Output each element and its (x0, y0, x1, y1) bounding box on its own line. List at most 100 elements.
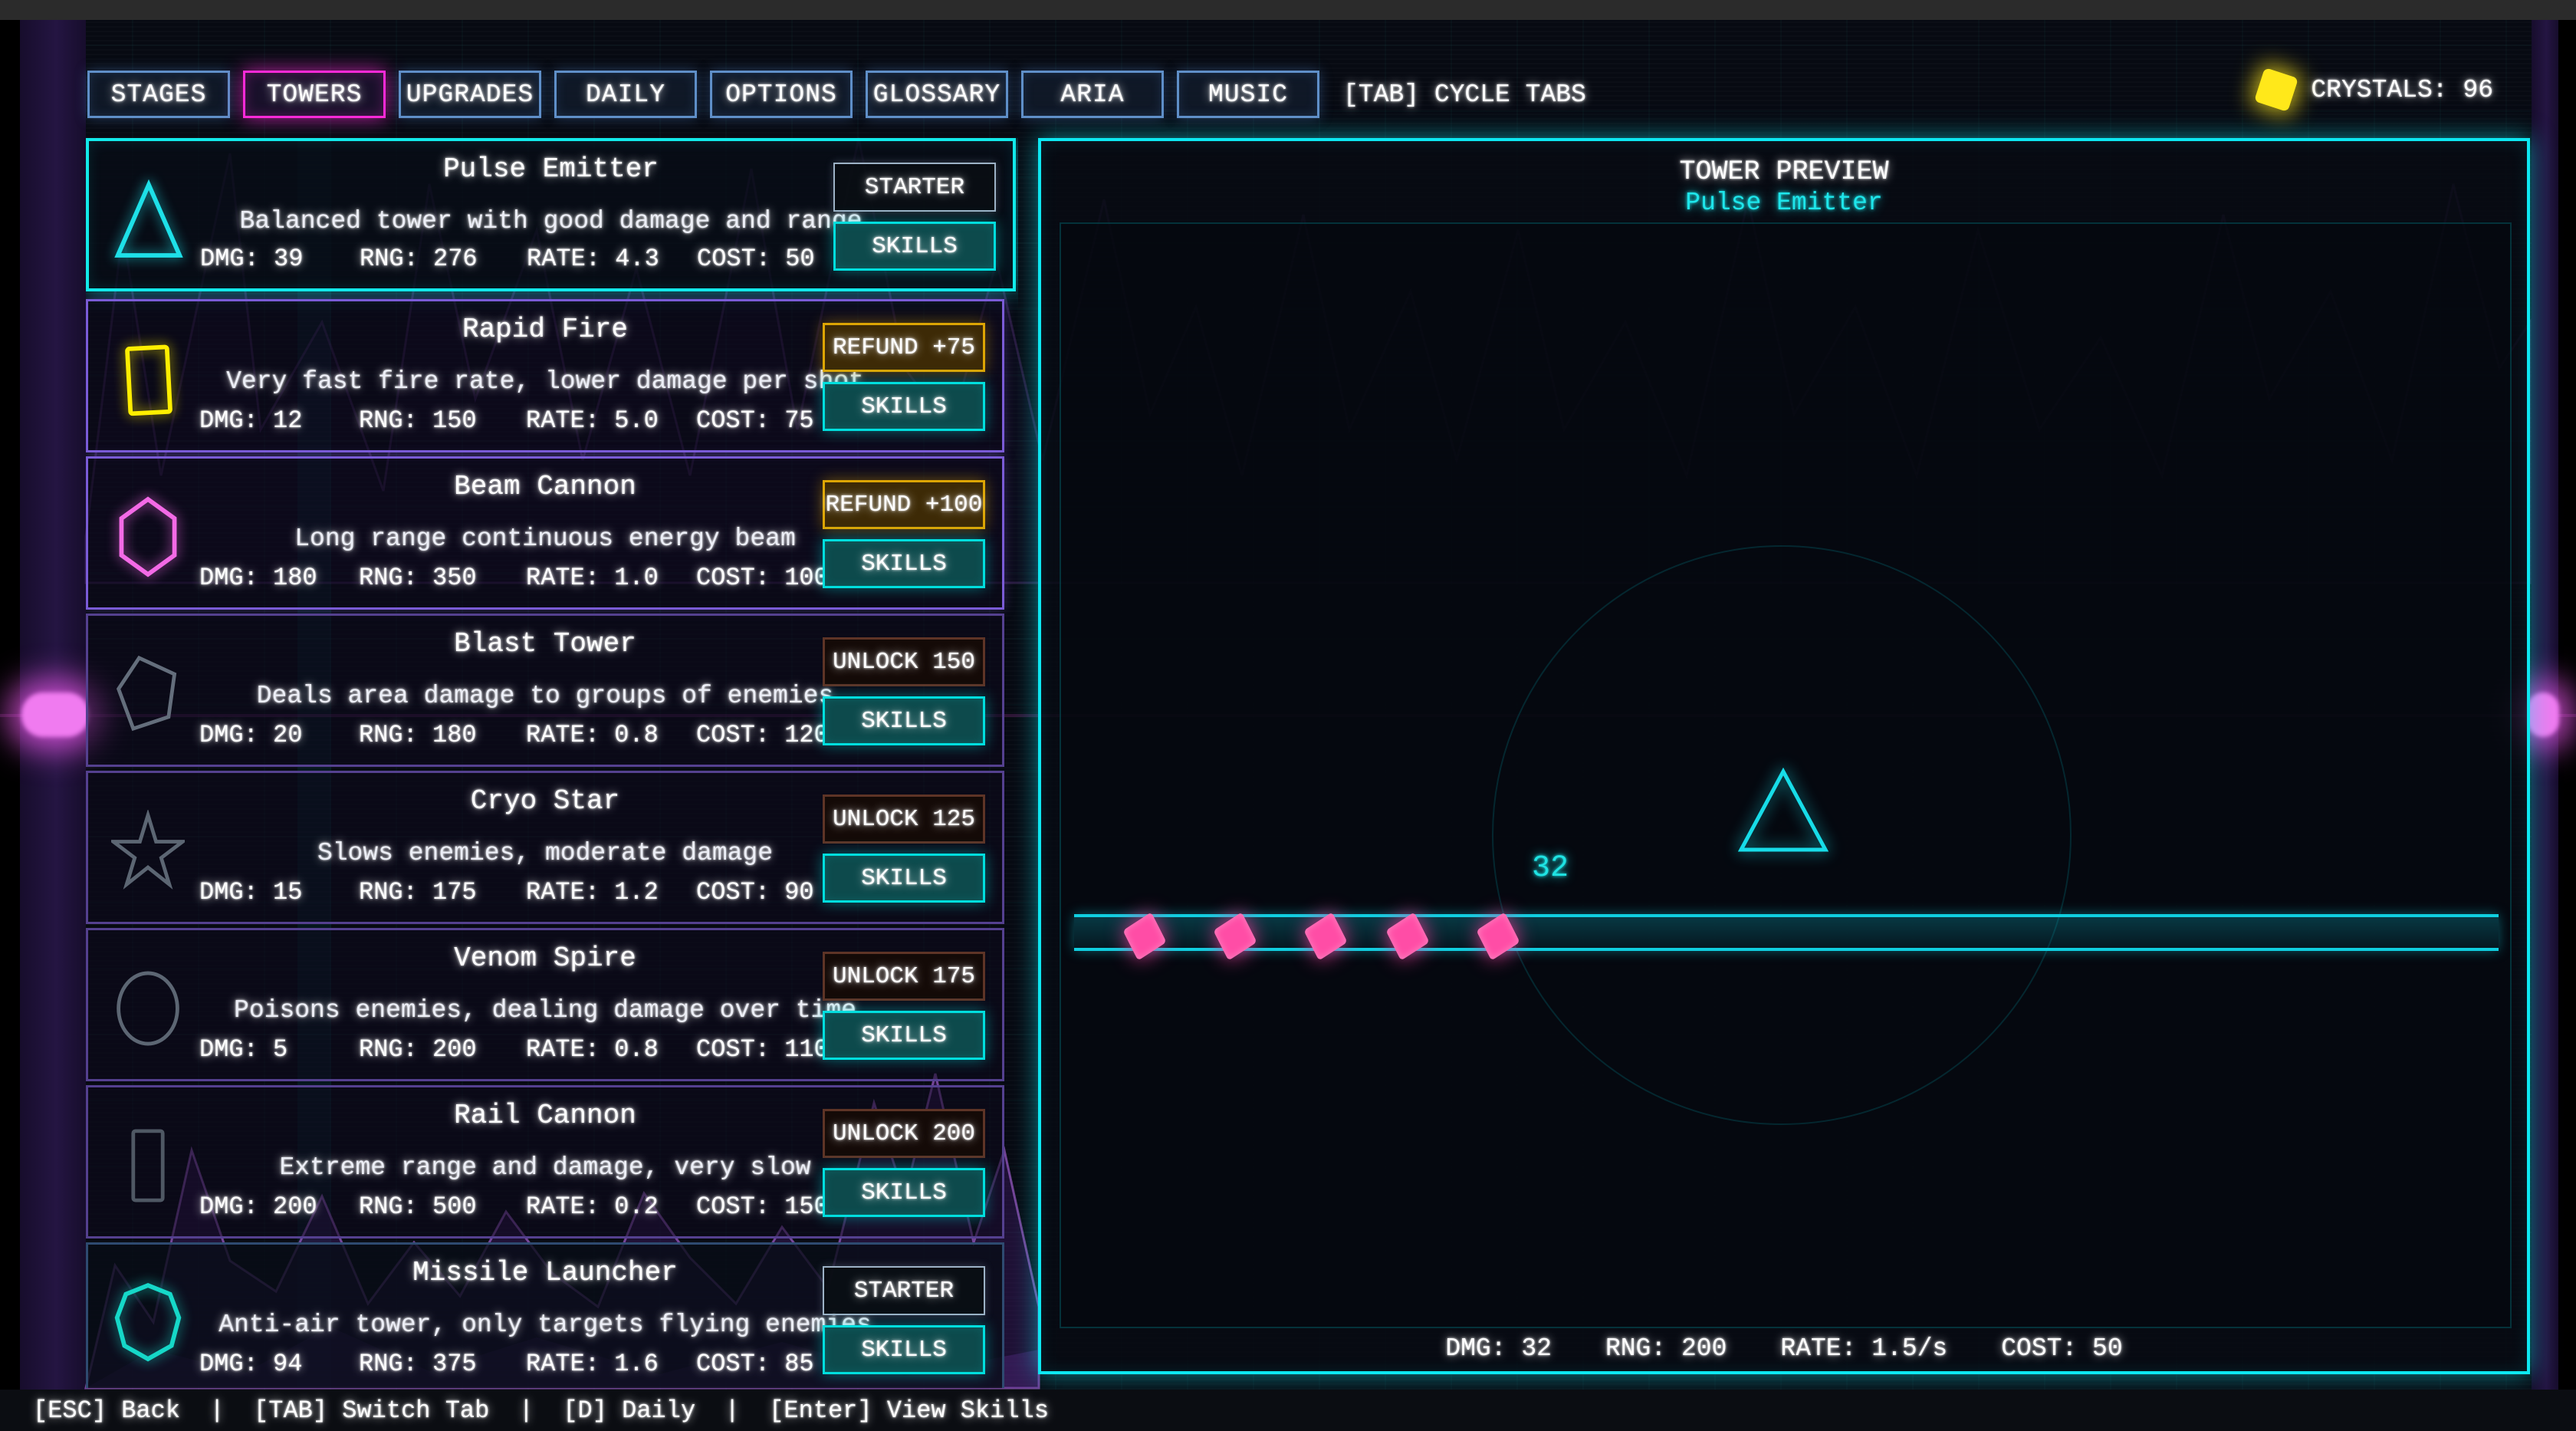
stat-rng: RNG: 150 (359, 406, 526, 435)
tab-label: GLOSSARY (873, 81, 1001, 109)
card-buttons: STARTER SKILLS (823, 1266, 985, 1374)
skills-button[interactable]: SKILLS (823, 1325, 985, 1374)
unlock-button[interactable]: UNLOCK 150 (823, 637, 985, 686)
tower-preview-panel: TOWER PREVIEW Pulse Emitter 32 DMG: 32 R… (1038, 138, 2530, 1374)
tab-options[interactable]: OPTIONS (710, 71, 853, 118)
tower-card-venom-spire[interactable]: Venom Spire Poisons enemies, dealing dam… (86, 928, 1004, 1081)
tab-cycle-hint: [TAB] CYCLE TABS (1343, 81, 1586, 109)
game-screen: STAGES TOWERS UPGRADES DAILY OPTIONS GLO… (0, 0, 2576, 1431)
card-buttons: STARTER SKILLS (833, 163, 996, 271)
stat-rate: RATE: 1.0 (526, 564, 696, 592)
tab-label: STAGES (111, 81, 207, 109)
tab-label: TOWERS (267, 81, 363, 109)
stat-dmg: DMG: 15 (199, 878, 359, 906)
crystals-counter: CRYSTALS: 96 (2259, 72, 2493, 107)
card-buttons: REFUND +100 SKILLS (823, 480, 985, 588)
status-button[interactable]: STARTER (833, 163, 996, 212)
preview-stat-dmg: DMG: 32 (1445, 1334, 1552, 1363)
tab-stages[interactable]: STAGES (87, 71, 230, 118)
stat-rng: RNG: 175 (359, 878, 526, 906)
stat-cost: COST: 120 (696, 721, 829, 749)
preview-stat-rng: RNG: 200 (1605, 1334, 1727, 1363)
stat-dmg: DMG: 180 (199, 564, 359, 592)
stat-rate: RATE: 4.3 (527, 245, 697, 273)
skills-button[interactable]: SKILLS (823, 539, 985, 588)
floating-damage-number: 32 (1532, 851, 1569, 886)
card-buttons: UNLOCK 125 SKILLS (823, 794, 985, 903)
skills-button[interactable]: SKILLS (833, 222, 996, 271)
shortcut-bar: [ESC] Back | [TAB] Switch Tab | [D] Dail… (0, 1390, 2576, 1431)
skills-button[interactable]: SKILLS (823, 854, 985, 903)
stat-dmg: DMG: 12 (199, 406, 359, 435)
stat-rng: RNG: 500 (359, 1192, 526, 1221)
stat-rng: RNG: 375 (359, 1350, 526, 1378)
crystals-label: CRYSTALS: 96 (2311, 76, 2493, 104)
skills-button[interactable]: SKILLS (823, 1168, 985, 1217)
stat-rng: RNG: 350 (359, 564, 526, 592)
stat-rate: RATE: 0.8 (526, 1035, 696, 1064)
preview-stat-cost: COST: 50 (2001, 1334, 2122, 1363)
stat-rng: RNG: 200 (359, 1035, 526, 1064)
stat-cost: COST: 85 (696, 1350, 814, 1378)
stat-cost: COST: 90 (696, 878, 814, 906)
unlock-button[interactable]: UNLOCK 200 (823, 1109, 985, 1158)
stat-dmg: DMG: 94 (199, 1350, 359, 1378)
unlock-button[interactable]: UNLOCK 175 (823, 952, 985, 1001)
tab-towers[interactable]: TOWERS (243, 71, 386, 118)
refund-button[interactable]: REFUND +100 (823, 480, 985, 529)
tower-stats: DMG: 15 RNG: 175 RATE: 1.2 COST: 90 (199, 878, 814, 906)
tower-card-missile-launcher[interactable]: Missile Launcher Anti-air tower, only ta… (86, 1242, 1004, 1388)
tab-label: MUSIC (1208, 81, 1288, 109)
tab-label: UPGRADES (406, 81, 534, 109)
card-buttons: UNLOCK 150 SKILLS (823, 637, 985, 745)
tower-card-cryo-star[interactable]: Cryo Star Slows enemies, moderate damage… (86, 771, 1004, 924)
stat-cost: COST: 100 (696, 564, 829, 592)
tab-aria[interactable]: ARIA (1021, 71, 1164, 118)
card-buttons: UNLOCK 200 SKILLS (823, 1109, 985, 1217)
tab-bar: STAGES TOWERS UPGRADES DAILY OPTIONS GLO… (87, 71, 1586, 118)
stat-rate: RATE: 1.6 (526, 1350, 696, 1378)
tower-card-beam-cannon[interactable]: Beam Cannon Long range continuous energy… (86, 456, 1004, 610)
tower-stats: DMG: 200 RNG: 500 RATE: 0.2 COST: 150 (199, 1192, 829, 1221)
crystal-icon (2254, 67, 2298, 112)
tab-daily[interactable]: DAILY (554, 71, 697, 118)
tower-card-pulse-emitter[interactable]: Pulse Emitter Balanced tower with good d… (86, 138, 1016, 291)
preview-title: TOWER PREVIEW (1041, 156, 2527, 187)
tower-stats: DMG: 94 RNG: 375 RATE: 1.6 COST: 85 (199, 1350, 814, 1378)
refund-button[interactable]: REFUND +75 (823, 323, 985, 372)
stat-dmg: DMG: 200 (199, 1192, 359, 1221)
card-buttons: UNLOCK 175 SKILLS (823, 952, 985, 1060)
preview-tower-name: Pulse Emitter (1041, 189, 2527, 217)
window-top-strip (0, 0, 2576, 20)
stat-cost: COST: 110 (696, 1035, 829, 1064)
enemy-track (1074, 914, 2499, 951)
skills-button[interactable]: SKILLS (823, 696, 985, 745)
preview-tower-triangle-icon (1738, 768, 1829, 854)
tower-stats: DMG: 12 RNG: 150 RATE: 5.0 COST: 75 (199, 406, 814, 435)
skills-button[interactable]: SKILLS (823, 1011, 985, 1060)
stat-rng: RNG: 180 (359, 721, 526, 749)
tower-card-blast-tower[interactable]: Blast Tower Deals area damage to groups … (86, 614, 1004, 767)
card-buttons: REFUND +75 SKILLS (823, 323, 985, 431)
stat-cost: COST: 75 (696, 406, 814, 435)
tower-card-rapid-fire[interactable]: Rapid Fire Very fast fire rate, lower da… (86, 299, 1004, 452)
stat-rate: RATE: 0.2 (526, 1192, 696, 1221)
stat-dmg: DMG: 20 (199, 721, 359, 749)
stat-rate: RATE: 5.0 (526, 406, 696, 435)
status-button[interactable]: STARTER (823, 1266, 985, 1315)
unlock-button[interactable]: UNLOCK 125 (823, 794, 985, 844)
tower-stats: DMG: 39 RNG: 276 RATE: 4.3 COST: 50 (200, 245, 815, 273)
shortcut-hints: [ESC] Back | [TAB] Switch Tab | [D] Dail… (33, 1396, 1049, 1425)
tab-music[interactable]: MUSIC (1177, 71, 1319, 118)
skills-button[interactable]: SKILLS (823, 382, 985, 431)
stat-rate: RATE: 0.8 (526, 721, 696, 749)
tower-card-rail-cannon[interactable]: Rail Cannon Extreme range and damage, ve… (86, 1085, 1004, 1239)
tower-stats: DMG: 180 RNG: 350 RATE: 1.0 COST: 100 (199, 564, 829, 592)
tab-label: ARIA (1060, 81, 1124, 109)
tower-stats: DMG: 20 RNG: 180 RATE: 0.8 COST: 120 (199, 721, 829, 749)
beat-pulse-left (21, 692, 89, 737)
stat-dmg: DMG: 5 (199, 1035, 359, 1064)
tab-glossary[interactable]: GLOSSARY (866, 71, 1008, 118)
tab-upgrades[interactable]: UPGRADES (399, 71, 541, 118)
stat-dmg: DMG: 39 (200, 245, 360, 273)
